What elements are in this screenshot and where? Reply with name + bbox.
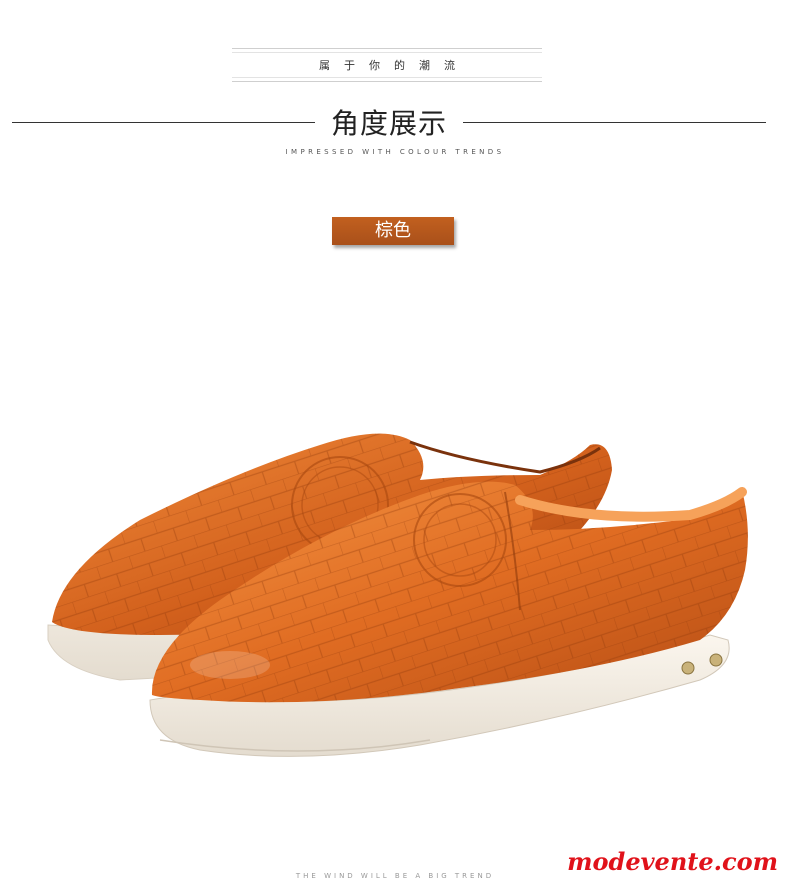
tagline-frame: 属于你的潮流 [232,48,542,82]
title-row: 角度展示 [12,100,767,144]
page-subtitle: IMPRESSED WITH COLOUR TRENDS [285,148,505,156]
color-badge: 棕色 [332,217,454,245]
title-rule-left [12,121,315,123]
tagline: 属于你的潮流 [319,59,469,72]
title-rule-right [463,121,767,123]
product-image [47,433,748,757]
watermark: modevente.com [567,847,778,876]
page-title: 角度展示 [331,107,448,140]
